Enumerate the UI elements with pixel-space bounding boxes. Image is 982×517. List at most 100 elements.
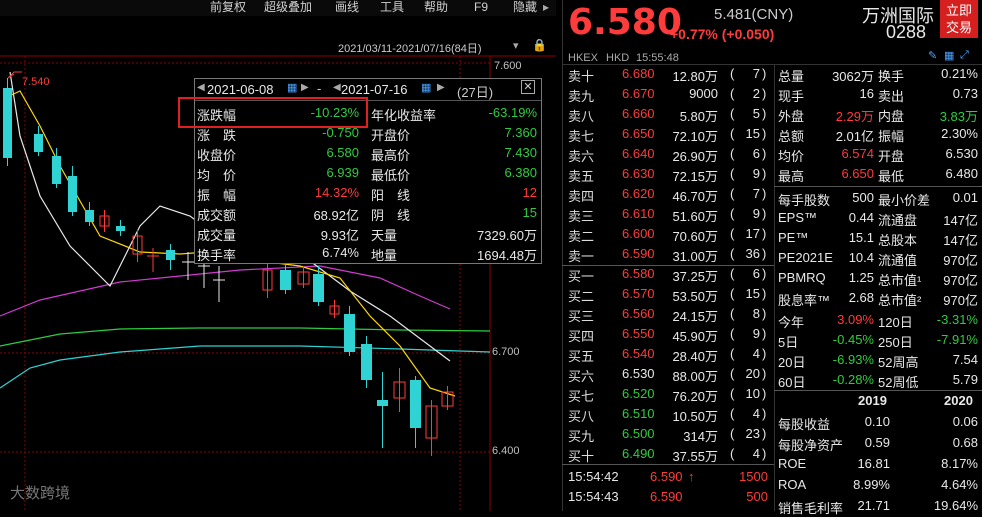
book-paren-close: ) [762,426,767,441]
summary-label: EPS™ [778,210,818,225]
stat-value: 7.430 [504,145,537,160]
summary-label: 振幅 [878,129,905,144]
menu-tools[interactable]: 工具 [380,0,404,15]
book-count: 5 [752,106,760,121]
book-price[interactable]: 6.600 [622,226,655,241]
cny-price: 5.481(CNY) [714,6,794,23]
year-2020: 2020 [944,393,973,408]
book-paren-open: ( [730,66,735,81]
fin-label: 每股收益 [778,417,831,432]
start-date[interactable]: 2021-06-08 [207,82,274,97]
fin-value-2019: 0.10 [864,414,890,429]
book-count: 20 [745,366,760,381]
trade-now-button[interactable]: 立即 交易 [940,0,978,38]
stat-value: 15 [522,205,537,220]
prev-start-icon[interactable]: ◀ [197,82,205,93]
book-volume: 37.25万 [672,269,718,284]
summary-label: 250日 [878,335,913,350]
book-count: 7 [752,186,760,201]
book-price[interactable]: 6.670 [622,86,655,101]
range-dropdown-icon[interactable]: ▾ [513,39,519,52]
book-price[interactable]: 6.500 [622,426,655,441]
menu-hide[interactable]: 隐藏 [513,0,537,15]
book-price[interactable]: 6.650 [622,126,655,141]
book-price[interactable]: 6.660 [622,106,655,121]
book-price[interactable]: 6.680 [622,66,655,81]
book-price[interactable]: 6.520 [622,386,655,401]
book-paren-close: ) [762,206,767,221]
stat-value: 6.939 [326,165,359,180]
calendar-icon[interactable]: ▦ [421,81,431,94]
book-paren-open: ( [730,186,735,201]
book-paren-close: ) [762,66,767,81]
book-level-label: 买四 [568,329,595,344]
year-2019: 2019 [858,393,887,408]
summary-label: 均价 [778,149,805,164]
book-level-label: 卖五 [568,169,595,184]
menu-draw[interactable]: 画线 [335,0,359,15]
menu-fuquan[interactable]: 前复权 [210,0,246,15]
book-paren-close: ) [762,106,767,121]
summary-value: -7.91% [936,332,978,347]
book-level-label: 卖三 [568,209,595,224]
book-price[interactable]: 6.540 [622,346,655,361]
summary-value: -0.45% [832,332,874,347]
book-price[interactable]: 6.640 [622,146,655,161]
book-count: 9 [752,166,760,181]
edit-icon[interactable]: ✎ [928,49,937,62]
book-price[interactable]: 6.620 [622,186,655,201]
stat-value: 6.580 [326,145,359,160]
book-price[interactable]: 6.610 [622,206,655,221]
next-start-icon[interactable]: ▶ [301,82,309,93]
next-end-icon[interactable]: ▶ [437,82,445,93]
stat-label: 天量 [371,228,398,243]
prev-end-icon[interactable]: ◀ [333,82,341,93]
tick-time: 15:54:42 [568,469,619,484]
up-arrow-icon: ↑ [688,469,695,484]
book-volume: 9000 [689,86,718,101]
book-price[interactable]: 6.570 [622,286,655,301]
summary-value: 147亿 [943,233,978,248]
price-change: +0.77% (+0.050) [670,26,775,42]
book-paren-close: ) [762,86,767,101]
dropdown-arrow-icon[interactable]: ▸ [543,0,549,15]
end-date[interactable]: 2021-07-16 [341,82,408,97]
summary-value: -0.28% [832,372,874,387]
menu-f9[interactable]: F9 [474,0,488,15]
book-level-label: 卖一 [568,249,595,264]
book-price[interactable]: 6.580 [622,266,655,281]
book-paren-open: ( [730,146,735,161]
book-volume: 12.80万 [672,69,718,84]
book-price[interactable]: 6.530 [622,366,655,381]
book-price[interactable]: 6.510 [622,406,655,421]
calendar-icon[interactable]: ▦ [287,81,297,94]
menu-help[interactable]: 帮助 [424,0,448,15]
book-paren-close: ) [762,266,767,281]
grid-icon[interactable]: ▦ [944,49,954,62]
expand-icon[interactable]: ⤢ [960,49,969,62]
summary-label: PE™ [778,230,809,245]
menu-overlay[interactable]: 超级叠加 [264,0,312,15]
stock-code: 0288 [886,22,927,42]
book-price[interactable]: 6.550 [622,326,655,341]
fin-label: 销售毛利率 [778,501,844,516]
close-icon[interactable]: ✕ [521,80,535,94]
lock-icon[interactable]: 🔒 [532,38,547,52]
stat-value: 6.380 [504,165,537,180]
date-range-label[interactable]: 2021/03/11-2021/07/16(84日) [338,40,482,56]
book-price[interactable]: 6.490 [622,446,655,461]
book-price[interactable]: 6.560 [622,306,655,321]
book-price[interactable]: 6.630 [622,166,655,181]
summary-value: 5.79 [952,372,978,387]
book-paren-open: ( [730,126,735,141]
book-level-label: 买三 [568,309,595,324]
fin-value-2020: 8.17% [941,456,978,471]
book-volume: 72.15万 [672,169,718,184]
book-volume: 88.00万 [672,369,718,384]
book-paren-open: ( [730,446,735,461]
book-price[interactable]: 6.590 [622,246,655,261]
currency: HKD [606,52,630,64]
stat-value: 68.92亿 [313,208,359,223]
summary-label: 内盘 [878,109,905,124]
summary-label: 卖出 [878,89,905,104]
